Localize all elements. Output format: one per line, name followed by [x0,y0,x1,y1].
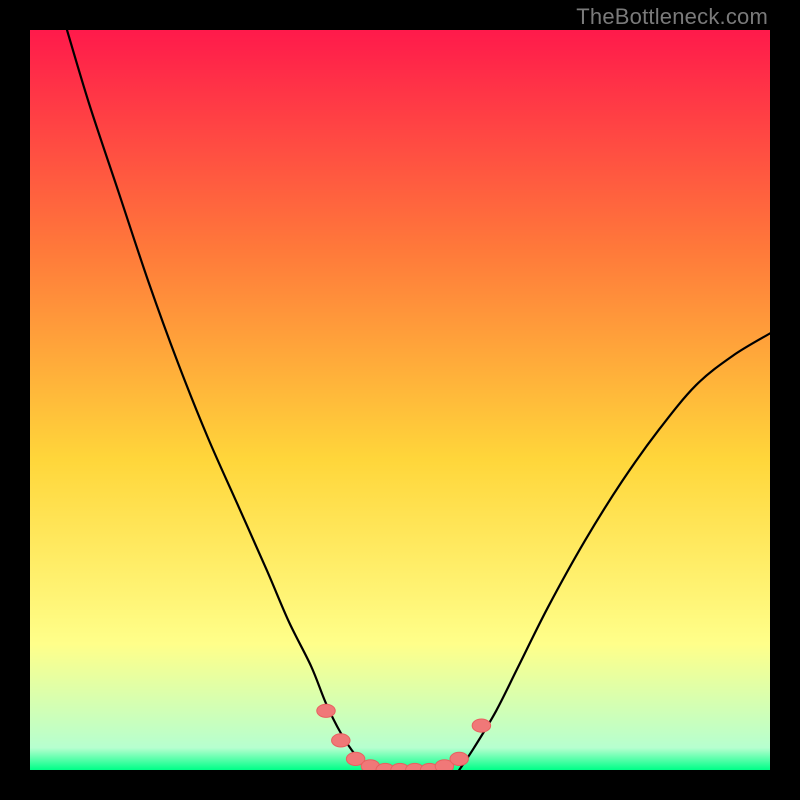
chart-svg [30,30,770,770]
marker-dot [332,734,350,747]
gradient-background [30,30,770,770]
marker-dot [472,719,490,732]
chart-frame: TheBottleneck.com [0,0,800,800]
plot-area [30,30,770,770]
watermark-text: TheBottleneck.com [576,4,768,30]
marker-dot [450,752,468,765]
marker-dot [317,704,335,717]
